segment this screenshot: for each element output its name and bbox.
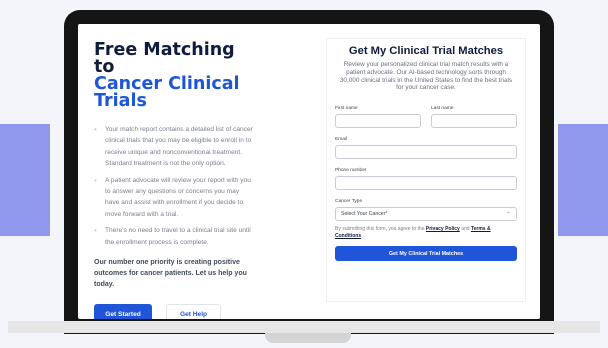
priority-statement: Our number one priority is creating posi… [94, 259, 247, 289]
hero-title: Free Matching to Cancer Clinical Trials [94, 40, 254, 111]
phone-row: Phone number [335, 168, 517, 191]
first-name-field: First name [335, 106, 421, 129]
hero-title-line3: Trials [94, 91, 147, 111]
first-name-label: First name [335, 106, 358, 112]
benefit-item: • Your match report contains a detailed l… [94, 125, 253, 168]
last-name-input[interactable] [431, 114, 517, 129]
form-subtitle: Review your personalized clinical trial … [339, 61, 513, 92]
phone-label: Phone number [335, 168, 367, 174]
benefit-item: • A patient advocate will review your rep… [94, 175, 251, 218]
email-row: Email [335, 137, 517, 160]
hero-title-line1: Free Matching to [94, 40, 235, 77]
consent-text: By submitting this form, you agree to th… [335, 226, 491, 240]
bullet-dot-icon: • [94, 226, 97, 236]
privacy-policy-link[interactable]: Privacy Policy [426, 226, 460, 232]
first-name-input[interactable] [335, 114, 421, 129]
cancer-type-value: Select Your Cancer* [341, 211, 388, 218]
get-help-button[interactable]: Get Help [166, 304, 221, 319]
get-matches-submit-button[interactable]: Get My Clinical Trial Matches [335, 246, 517, 262]
cancer-type-select[interactable]: Select Your Cancer* ⌃ [335, 207, 517, 222]
cancer-type-label: Cancer Type [335, 199, 363, 205]
chevron-updown-icon: ⌃ [505, 211, 511, 218]
phone-field: Phone number [335, 168, 517, 191]
bullet-dot-icon: • [94, 175, 97, 185]
last-name-field: Last name [431, 106, 517, 129]
email-label: Email [335, 137, 347, 143]
laptop-frame: Free Matching to Cancer Clinical Trials … [64, 10, 554, 334]
benefit-list: • Your match report contains a detailed l… [94, 124, 254, 248]
phone-input[interactable] [335, 176, 517, 191]
email-field: Email [335, 137, 517, 160]
get-started-button[interactable]: Get Started [94, 304, 152, 319]
decorative-band-left [0, 124, 50, 236]
name-row: First name Last name [335, 106, 517, 129]
benefit-item: • There's no need to travel to a clinical… [94, 226, 251, 246]
hero-section: Free Matching to Cancer Clinical Trials … [94, 24, 254, 319]
decorative-band-right [558, 124, 608, 236]
laptop-notch [265, 333, 351, 343]
email-input[interactable] [335, 145, 517, 160]
form-title: Get My Clinical Trial Matches [348, 45, 504, 57]
bullet-dot-icon: • [94, 125, 97, 134]
trial-match-form: Get My Clinical Trial Matches Review you… [326, 38, 526, 302]
laptop-screen: Free Matching to Cancer Clinical Trials … [78, 24, 540, 319]
cancer-type-row: Cancer Type Select Your Cancer* ⌃ [335, 199, 517, 222]
laptop-base [8, 321, 600, 333]
last-name-label: Last name [431, 106, 454, 112]
cancer-type-field: Cancer Type Select Your Cancer* ⌃ [335, 199, 517, 222]
hero-buttons: Get Started Get Help [94, 304, 254, 319]
